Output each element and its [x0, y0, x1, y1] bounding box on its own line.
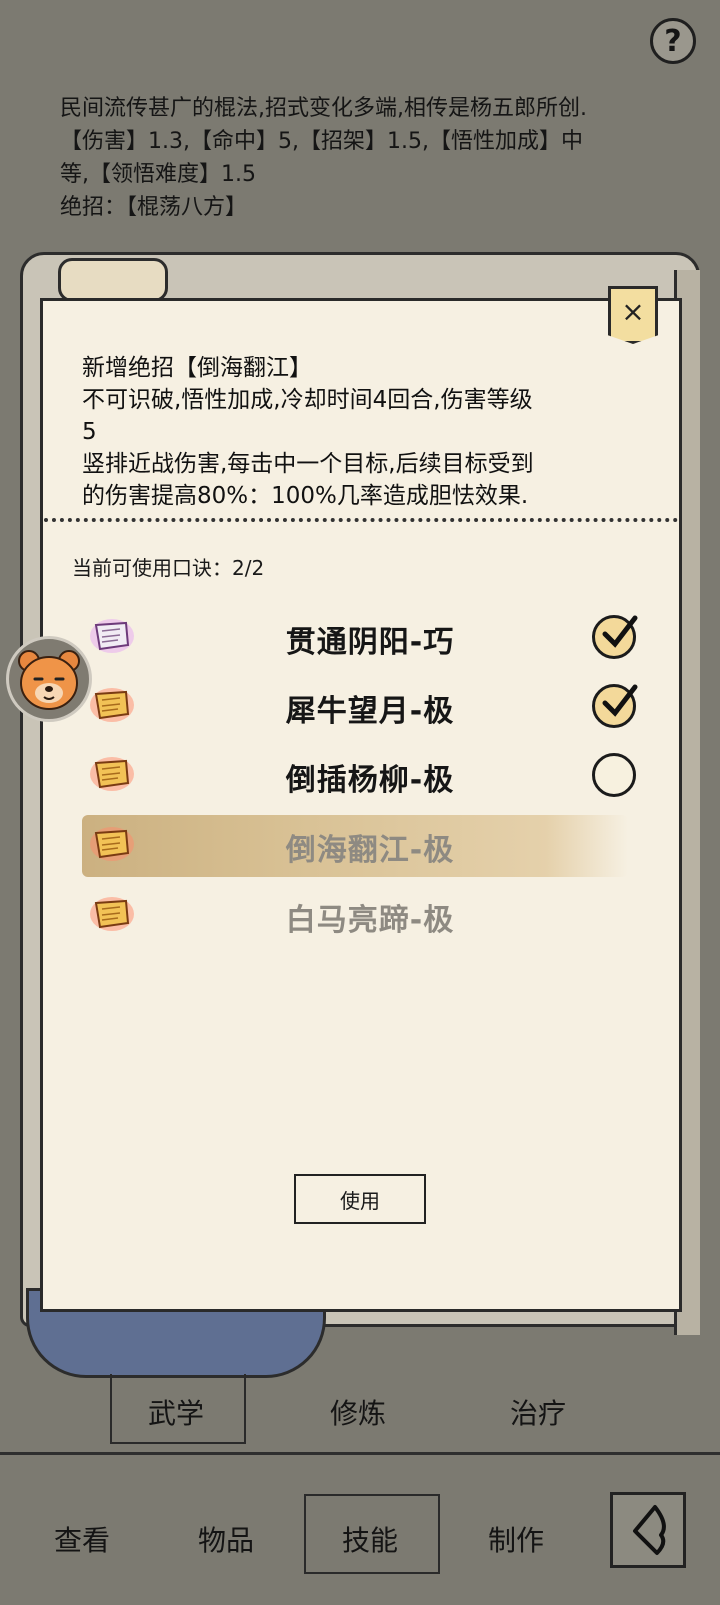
- tab-skills[interactable]: 技能: [342, 1519, 398, 1559]
- back-button[interactable]: [610, 1492, 686, 1568]
- desc-line: 等,【领悟难度】1.5: [60, 162, 256, 187]
- close-button[interactable]: ×: [608, 286, 658, 344]
- checkbox-checked[interactable]: [592, 684, 638, 728]
- close-icon: ×: [621, 294, 645, 328]
- tab-view[interactable]: 查看: [54, 1519, 110, 1559]
- list-item[interactable]: 倒插杨柳-极: [80, 745, 640, 807]
- info-line: 新增绝招【倒海翻江】: [82, 355, 312, 381]
- list-item[interactable]: 倒海翻江-极: [80, 815, 640, 877]
- item-label: 犀牛望月-极: [285, 694, 455, 729]
- use-button[interactable]: 使用: [294, 1174, 426, 1224]
- tab-items[interactable]: 物品: [198, 1519, 254, 1559]
- info-line: 的伤害提高80%：100%几率造成胆怯效果.: [82, 483, 529, 509]
- item-label: 白马亮蹄-极: [285, 903, 455, 938]
- gold-scroll-icon: [90, 827, 134, 861]
- desc-line: 绝招：【棍荡八方】: [60, 195, 248, 220]
- tab-craft[interactable]: 制作: [488, 1519, 544, 1559]
- scroll-roll-top: [58, 258, 168, 302]
- gold-scroll-icon: [90, 897, 134, 931]
- item-label: 贯通阴阳-巧: [285, 625, 455, 660]
- subtab-training[interactable]: 修炼: [330, 1392, 386, 1432]
- info-line: 不可识破,悟性加成,冷却时间4回合,伤害等级: [82, 387, 533, 413]
- checkbox-unchecked[interactable]: [592, 753, 636, 797]
- purple-scroll-icon: [90, 619, 134, 653]
- gold-scroll-icon: [90, 688, 134, 722]
- info-line: 竖排近战伤害,每击中一个目标,后续目标受到: [82, 451, 534, 477]
- info-line: 5: [82, 419, 97, 445]
- new-move-info: 新增绝招【倒海翻江】 不可识破,悟性加成,冷却时间4回合,伤害等级 5 竖排近战…: [82, 352, 642, 512]
- list-item[interactable]: 犀牛望月-极: [80, 676, 640, 738]
- checkbox-checked[interactable]: [592, 615, 638, 659]
- help-button[interactable]: ?: [650, 18, 696, 64]
- item-label: 倒海翻江-极: [285, 833, 455, 868]
- subtab-martial[interactable]: 武学: [148, 1392, 204, 1432]
- list-item[interactable]: 白马亮蹄-极: [80, 885, 640, 947]
- desc-line: 【伤害】1.3,【命中】5,【招架】1.5,【悟性加成】中: [60, 129, 583, 154]
- list-item[interactable]: 贯通阴阳-巧: [80, 607, 640, 669]
- subtab-heal[interactable]: 治疗: [510, 1392, 566, 1432]
- gold-scroll-icon: [90, 757, 134, 791]
- back-icon: [633, 1505, 666, 1555]
- desc-line: 民间流传甚广的棍法,招式变化多端,相传是杨五郎所创.: [60, 96, 587, 121]
- bear-avatar-icon: [18, 650, 80, 710]
- checkmark-icon: [602, 684, 638, 717]
- avatar[interactable]: [6, 636, 92, 722]
- item-label: 倒插杨柳-极: [285, 763, 455, 798]
- technique-description: 民间流传甚广的棍法,招式变化多端,相传是杨五郎所创. 【伤害】1.3,【命中】5…: [60, 92, 680, 224]
- tab-divider: [0, 1452, 720, 1455]
- checkmark-icon: [602, 615, 638, 648]
- usage-count: 当前可使用口诀：2/2: [72, 556, 265, 580]
- divider: [44, 518, 678, 522]
